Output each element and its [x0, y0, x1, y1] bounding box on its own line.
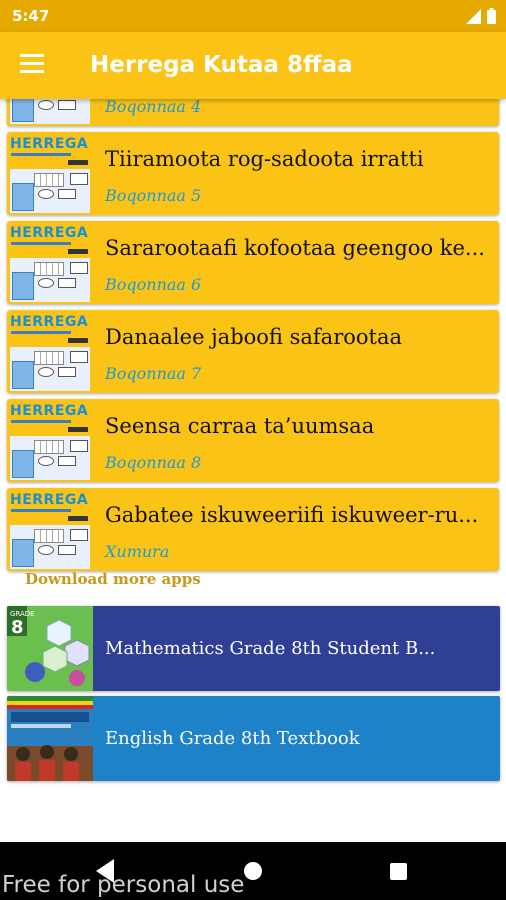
chapter-card[interactable]: HERREGA Gabatee iskuweeriifi iskuweer-ru… [7, 488, 499, 571]
status-icons [466, 8, 496, 24]
chapter-thumbnail: HERREGA [8, 311, 92, 392]
chapter-thumbnail: HERREGA [8, 133, 92, 214]
hamburger-menu-icon[interactable] [20, 54, 50, 78]
chapter-card[interactable]: HERREGA Sararootaafi kofootaa geengoo ke… [7, 221, 499, 304]
watermark-text: Free for personal use [2, 872, 245, 898]
chapter-title: Sararootaafi kofootaa geengoo ke... [105, 236, 485, 260]
chapter-thumbnail: HERREGA [8, 99, 92, 125]
signal-icon [466, 8, 481, 24]
battery-icon [487, 8, 496, 24]
app-name: English Grade 8th Textbook [105, 728, 360, 749]
status-bar: 5:47 [0, 0, 506, 32]
chapter-title: Gabatee iskuweeriifi iskuweer-ru... [105, 503, 479, 527]
thumbnail-title: HERREGA [10, 136, 89, 152]
chapter-thumbnail: HERREGA [8, 400, 92, 481]
chapter-card[interactable]: HERREGA Danaalee jaboofi safarootaa Boqo… [7, 310, 499, 393]
chapter-thumbnail: HERREGA [8, 489, 92, 570]
thumbnail-title: HERREGA [10, 492, 89, 508]
thumbnail-title: HERREGA [10, 403, 89, 419]
chapter-card[interactable]: HERREGA Tiiramoota rog-sadoota irratti B… [7, 132, 499, 215]
app-name: Mathematics Grade 8th Student B... [105, 638, 436, 659]
status-time: 5:47 [12, 7, 50, 25]
app-bar: Herrega Kutaa 8ffaa [0, 32, 506, 99]
recent-apps-icon[interactable] [390, 863, 407, 880]
app-card-mathematics[interactable]: GRADE 8 Mathematics Grade 8th Student B.… [7, 606, 500, 691]
svg-text:8: 8 [11, 617, 24, 638]
app-title: Herrega Kutaa 8ffaa [90, 52, 353, 78]
thumbnail-title: HERREGA [10, 225, 89, 241]
chapter-subtitle: Boqonnaa 8 [105, 453, 202, 472]
thumbnail-title: HERREGA [10, 314, 89, 330]
chapter-subtitle: Boqonnaa 4 [105, 99, 202, 116]
chapter-subtitle: Boqonnaa 6 [105, 275, 202, 294]
download-more-apps-header: Download more apps [25, 570, 201, 588]
chapter-title: Tiiramoota rog-sadoota irratti [105, 147, 424, 171]
app-card-english[interactable]: English Grade 8th Textbook [7, 696, 500, 781]
chapter-card[interactable]: HERREGA Boqonnaa 4 [7, 99, 499, 126]
chapter-subtitle: Boqonnaa 5 [105, 186, 202, 205]
chapter-title: Seensa carraa ta’uumsaa [105, 414, 375, 438]
chapter-title: Danaalee jaboofi safarootaa [105, 325, 403, 349]
chapter-card[interactable]: HERREGA Seensa carraa ta’uumsaa Boqonnaa… [7, 399, 499, 482]
home-icon[interactable] [244, 862, 262, 880]
mathematics-cover-image: GRADE 8 [7, 606, 93, 691]
content-scroll[interactable]: HERREGA Boqonnaa 4 HERREGA Tiiramoota ro… [0, 99, 506, 842]
chapter-thumbnail: HERREGA [8, 222, 92, 303]
chapter-subtitle: Xumura [105, 542, 170, 561]
chapter-subtitle: Boqonnaa 7 [105, 364, 202, 383]
english-cover-image [7, 696, 93, 781]
